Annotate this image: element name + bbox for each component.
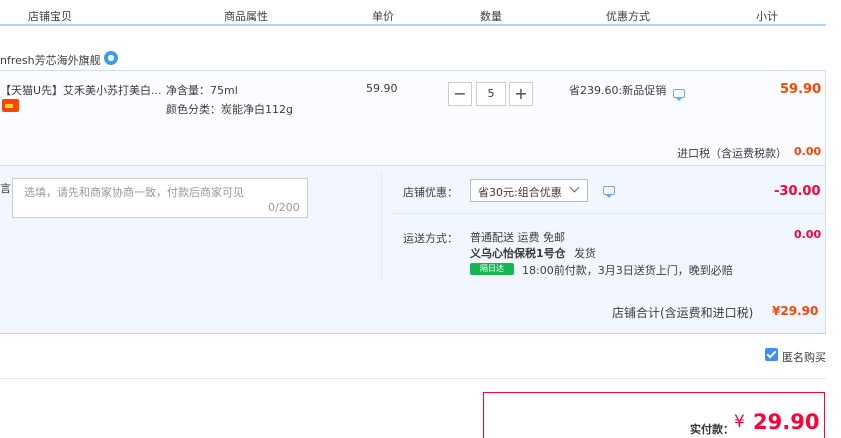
shipping-dispatch: 发货 — [574, 247, 596, 260]
header-discount: 优惠方式 — [606, 10, 650, 23]
header-qty: 数量 — [480, 10, 502, 23]
message-counter: 0/200 — [268, 201, 300, 214]
quantity-plus-button[interactable]: + — [509, 82, 533, 106]
shop-name-link[interactable]: nfresh芳芯海外旗舰 — [0, 52, 101, 68]
quantity-minus-button[interactable]: − — [448, 82, 472, 106]
shipping-fee: 0.00 — [794, 228, 822, 241]
info-horizontal-divider — [391, 213, 825, 214]
section-divider — [0, 378, 826, 379]
store-total-value: ¥29.90 — [772, 304, 819, 318]
item-title-link[interactable]: 【天猫U先】艾禾美小苏打美白... — [0, 82, 162, 98]
item-subtotal: 59.90 — [780, 82, 822, 97]
shipping-method: 普通配送 运费 免邮 — [470, 231, 565, 244]
message-placeholder: 选填，请先和商家协商一致，付款后商家可见 — [24, 186, 244, 199]
item-promo: 省239.60:新品促销 — [569, 84, 667, 97]
discount-comment-icon[interactable] — [603, 186, 615, 198]
header-shop-item: 店铺宝贝 — [28, 10, 72, 23]
payment-value: 29.90 — [753, 410, 820, 434]
import-tax-value: 0.00 — [794, 145, 822, 158]
payment-currency: ¥ — [734, 412, 745, 432]
store-discount-selected: 省30元:组合优惠 — [478, 186, 562, 199]
header-subtotal: 小计 — [756, 10, 778, 23]
payment-label: 实付款： — [690, 423, 734, 436]
store-discount-label: 店铺优惠： — [403, 186, 458, 199]
shipping-label: 运送方式： — [403, 232, 458, 245]
info-vertical-divider — [381, 172, 382, 280]
message-label: 言 — [0, 182, 11, 195]
shipping-warehouse: 义乌心怡保税1号仓 — [470, 247, 566, 260]
credit-card-icon — [2, 99, 19, 112]
item-prop-color: 颜色分类：炭能净白112g — [166, 103, 293, 116]
quantity-input[interactable]: 5 — [476, 82, 506, 106]
header-props: 商品属性 — [224, 10, 268, 23]
promo-comment-icon[interactable] — [673, 89, 685, 101]
item-prop-volume: 净含量：75ml — [166, 84, 238, 97]
import-tax-label: 进口税（含运费税款） — [677, 147, 787, 160]
next-day-badge: 隔日达 — [470, 263, 514, 275]
anonymous-label[interactable]: 匿名购买 — [782, 349, 826, 365]
anonymous-checkbox[interactable] — [765, 348, 778, 361]
wangwang-chat-icon[interactable]: ● — [104, 51, 118, 65]
store-discount-value: -30.00 — [774, 184, 821, 199]
header-divider — [0, 24, 826, 26]
item-unit-price: 59.90 — [366, 82, 398, 95]
shipping-note: 18:00前付款，3月3日送货上门，晚到必赔 — [522, 264, 733, 277]
header-price: 单价 — [372, 10, 394, 23]
store-total-label: 店铺合计(含运费和进口税) — [612, 306, 754, 320]
